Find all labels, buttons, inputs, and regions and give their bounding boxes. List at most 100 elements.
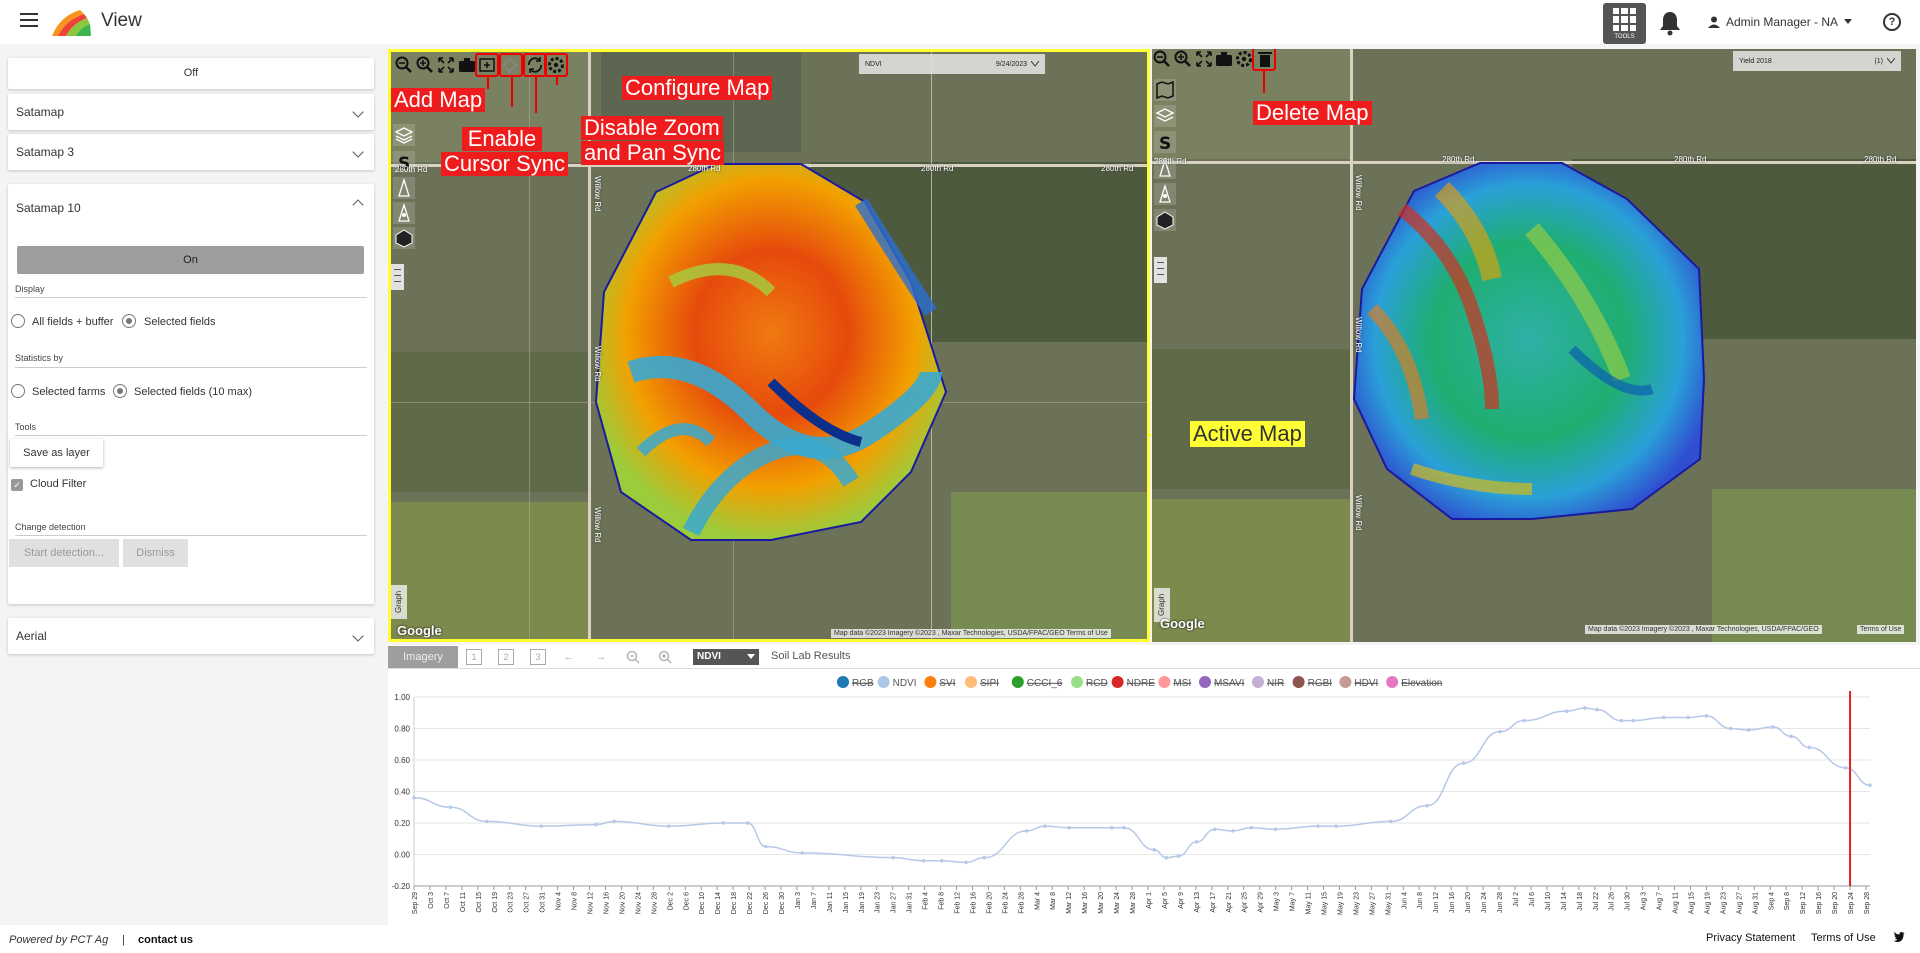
off-toggle[interactable]: Off (8, 58, 374, 89)
graph-tab[interactable]: Graph (391, 585, 407, 619)
twitter-icon[interactable] (1893, 931, 1905, 943)
legend-label[interactable]: SIPI (980, 678, 999, 689)
layer-select[interactable]: Yield 2018 (1) (1733, 51, 1901, 71)
x-tick-label: Dec 18 (731, 892, 738, 914)
dismiss-button[interactable]: Dismiss (123, 539, 188, 567)
road-label: Willow Rd (1354, 317, 1363, 353)
legend-label[interactable]: Elevation (1401, 678, 1442, 689)
legend-label[interactable]: NDRE (1127, 678, 1156, 689)
tools-button[interactable]: TOOLS (1603, 3, 1646, 44)
legend-label[interactable]: MSAVI (1214, 678, 1244, 689)
x-tick-label: Jul 14 (1561, 892, 1568, 911)
legend-label[interactable]: MSI (1173, 678, 1191, 689)
panel-handle[interactable] (391, 264, 404, 290)
x-tick-label: Sep 20 (1832, 892, 1839, 914)
index-select[interactable]: NDVI (693, 649, 759, 665)
fullscreen-icon[interactable] (436, 55, 456, 75)
fullscreen-icon[interactable] (1194, 49, 1214, 69)
scout-icon[interactable] (393, 177, 415, 199)
configure-map-icon[interactable] (1234, 49, 1254, 69)
accordion-label: Aerial (16, 629, 47, 643)
marker-icon[interactable] (393, 202, 415, 224)
radio-selected-fields-label: Selected fields (144, 316, 216, 328)
ndvi-chart: RGB NDVI SVI SIPI CCCI_6 RCD NDRE MSI MSAVI NIR RG… (388, 669, 1920, 925)
data-point (1213, 827, 1217, 832)
legend-label[interactable]: HDVI (1354, 678, 1378, 689)
zoom-out-icon[interactable] (394, 55, 414, 75)
cloud-filter-label: Cloud Filter (30, 478, 87, 490)
graph-2-icon[interactable]: 2 (498, 649, 514, 665)
zoom-in-icon[interactable] (1173, 49, 1193, 69)
terms-link[interactable]: Terms of Use (1857, 625, 1905, 634)
legend-label[interactable]: RGB (852, 678, 874, 689)
camera-icon[interactable] (457, 55, 477, 75)
divider (15, 367, 367, 368)
y-tick-label: 1.00 (394, 693, 410, 702)
x-tick-label: Aug 7 (1657, 892, 1664, 910)
graph-3-icon[interactable]: 3 (530, 649, 546, 665)
data-point (1316, 824, 1320, 828)
arrow-left-icon[interactable]: ← (561, 649, 577, 665)
accordion-satamap-3[interactable]: Satamap 3 (8, 134, 374, 170)
camera-icon[interactable] (1214, 49, 1234, 69)
panel-handle[interactable] (1154, 257, 1167, 283)
legend-label[interactable]: NDVI (893, 678, 917, 689)
accordion-header[interactable]: Satamap 3 (8, 134, 374, 170)
data-point (1771, 725, 1775, 729)
data-point (745, 821, 750, 825)
annotation-connector (1263, 71, 1265, 93)
road-label: Willow Rd (593, 176, 602, 212)
x-tick-label: Sep 8 (1784, 892, 1791, 910)
user-menu[interactable]: Admin Manager - NA (1708, 15, 1853, 29)
layers-icon[interactable] (393, 124, 415, 146)
radio-all-fields[interactable] (11, 314, 25, 328)
layer-select[interactable]: NDVI 9/24/2023 (859, 54, 1045, 74)
grid-sample-icon[interactable] (1154, 209, 1176, 231)
accordion-aerial[interactable]: Aerial (8, 618, 374, 654)
help-icon[interactable]: ? (1883, 13, 1901, 31)
map-panel-left[interactable]: S NDVI 9/24/2023 280th Rd 280th Rd 280th… (388, 49, 1150, 642)
satamap-s-icon[interactable]: S (1154, 131, 1176, 154)
contact-link[interactable]: contact us (138, 934, 193, 946)
save-as-layer-button[interactable]: Save as layer (10, 439, 103, 467)
radio-selected-fields[interactable] (122, 314, 136, 328)
tools-label: Tools (15, 422, 37, 432)
tab-imagery[interactable]: Imagery (388, 646, 458, 668)
powered-by: Powered by PCT Ag (9, 934, 109, 946)
graph-1-icon[interactable]: 1 (466, 649, 482, 665)
zoom-out-icon[interactable] (1152, 49, 1172, 69)
start-detection-button[interactable]: Start detection... (9, 539, 119, 567)
arrow-right-icon[interactable]: → (593, 649, 609, 665)
menu-icon[interactable] (20, 13, 38, 27)
grid-sample-icon[interactable] (393, 227, 415, 249)
marker-icon[interactable] (1154, 183, 1176, 205)
zoom-in-icon[interactable] (657, 649, 673, 665)
radio-selected-farms[interactable] (11, 384, 25, 398)
legend-label[interactable]: SVI (939, 678, 955, 689)
map-icon[interactable] (1154, 79, 1176, 101)
privacy-link[interactable]: Privacy Statement (1706, 932, 1795, 944)
on-button[interactable]: On (17, 246, 364, 274)
accordion-header[interactable]: Satamap 10 (8, 184, 374, 232)
accordion-satamap[interactable]: Satamap (8, 94, 374, 130)
legend-swatch (1339, 676, 1352, 688)
legend-label[interactable]: RGBI (1308, 678, 1332, 689)
tab-soil-lab-results[interactable]: Soil Lab Results (771, 650, 851, 662)
layers-icon[interactable] (1154, 105, 1176, 127)
cloud-filter-checkbox[interactable]: ✓ (11, 479, 23, 491)
zoom-in-icon[interactable] (415, 55, 435, 75)
legend-label[interactable]: RCD (1086, 678, 1108, 689)
legend-label[interactable]: CCCI_6 (1027, 678, 1063, 689)
map-panel-right[interactable]: Delete Map S Yield 2018 (1) 280th Rd 280… (1152, 49, 1916, 642)
accordion-header[interactable]: Aerial (8, 618, 374, 654)
accordion-header[interactable]: Satamap (8, 94, 374, 130)
bell-icon[interactable] (1658, 10, 1682, 36)
data-point (1807, 745, 1812, 750)
terms-link[interactable]: Terms of Use (1811, 932, 1876, 944)
road-label: 280th Rd (1154, 157, 1187, 166)
y-tick-label: -0.20 (392, 882, 411, 891)
data-point (667, 824, 671, 828)
zoom-out-icon[interactable] (625, 649, 641, 665)
legend-label[interactable]: NIR (1267, 678, 1284, 689)
radio-selected-fields-max[interactable] (113, 384, 127, 398)
